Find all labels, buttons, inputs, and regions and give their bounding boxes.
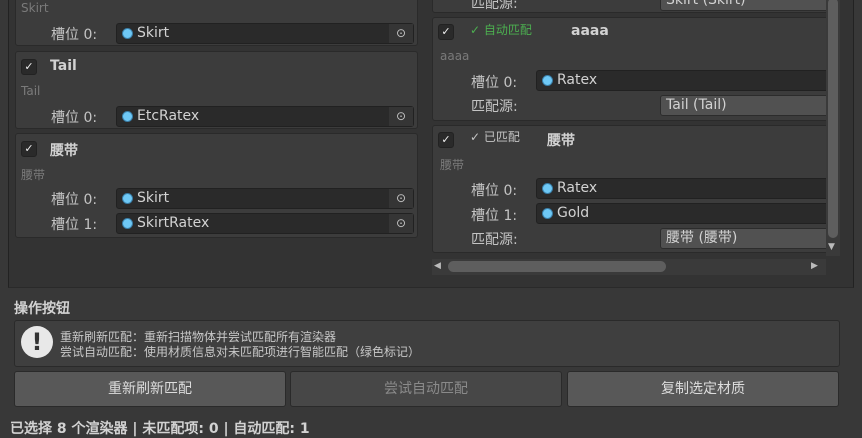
card-subtitle: Skirt	[21, 1, 49, 15]
enable-checkbox[interactable]: ✓	[21, 141, 37, 157]
slot-label: 槽位 0:	[471, 75, 518, 91]
info-warning-icon: !	[21, 326, 53, 358]
material-icon	[542, 183, 553, 194]
matched-badge: ✓ 已匹配	[470, 130, 520, 144]
source-dropdown[interactable]: 腰带 (腰带)	[660, 228, 826, 249]
source-label: 匹配源:	[471, 232, 518, 248]
renderer-card-skirt: Skirt 槽位 0: Skirt ⊙	[15, 0, 418, 46]
slot-label: 槽位 0:	[471, 183, 518, 199]
card-title: 腰带	[50, 143, 78, 159]
slot-label: 槽位 1:	[471, 208, 518, 224]
material-icon	[122, 218, 133, 229]
material-field[interactable]: Gold	[536, 203, 826, 224]
source-label: 匹配源:	[471, 99, 518, 115]
source-label: 匹配源:	[471, 0, 518, 12]
slot-label: 槽位 1:	[51, 217, 98, 233]
scroll-down-arrow-icon[interactable]: ▼	[828, 242, 835, 252]
renderer-card-belt-right: ✓ ✓ 已匹配 腰带 腰带 槽位 0: Ratex 槽位 1: Gold 匹配源…	[432, 125, 826, 253]
enable-checkbox[interactable]: ✓	[438, 24, 454, 40]
object-picker-icon[interactable]: ⊙	[389, 24, 413, 43]
material-icon	[542, 208, 553, 219]
vertical-scrollbar[interactable]: ▼	[826, 0, 840, 256]
material-name: SkirtRatex	[137, 215, 210, 231]
material-field[interactable]: SkirtRatex ⊙	[116, 213, 414, 234]
material-field[interactable]: Ratex	[536, 178, 826, 199]
material-icon	[122, 193, 133, 204]
help-box: ! 重新刷新匹配：重新扫描物体并尝试匹配所有渲染器 尝试自动匹配：使用材质信息对…	[14, 320, 840, 367]
card-subtitle: 腰带	[21, 168, 46, 182]
material-field[interactable]: Skirt ⊙	[116, 23, 414, 44]
auto-match-badge: ✓ 自动匹配	[470, 23, 532, 37]
renderer-card-top: 匹配源: Skirt (Skirt)	[432, 0, 826, 13]
material-name: Ratex	[557, 180, 598, 196]
card-subtitle: 腰带	[440, 158, 465, 172]
scroll-right-arrow-icon[interactable]: ▶	[811, 261, 818, 271]
refresh-match-button[interactable]: 重新刷新匹配	[14, 371, 286, 407]
enable-checkbox[interactable]: ✓	[438, 132, 454, 148]
renderer-card-aaaa: ✓ ✓ 自动匹配 aaaa aaaa 槽位 0: Ratex 匹配源: Tail…	[432, 17, 826, 121]
material-name: Gold	[557, 205, 590, 221]
slot-label: 槽位 0:	[51, 192, 98, 208]
card-subtitle: Tail	[21, 84, 41, 98]
horizontal-scroll-thumb[interactable]	[448, 261, 666, 272]
material-field[interactable]: Ratex	[536, 70, 826, 91]
object-picker-icon[interactable]: ⊙	[389, 107, 413, 126]
material-name: Skirt	[137, 25, 170, 41]
renderer-card-belt: ✓ 腰带 腰带 槽位 0: Skirt ⊙ 槽位 1: SkirtRatex ⊙	[15, 133, 418, 238]
material-icon	[542, 75, 553, 86]
help-line-2: 尝试自动匹配：使用材质信息对未匹配项进行智能匹配（绿色标记）	[60, 345, 421, 359]
object-picker-icon[interactable]: ⊙	[389, 189, 413, 208]
right-scroll-view[interactable]: 匹配源: Skirt (Skirt) ✓ ✓ 自动匹配 aaaa aaaa 槽位…	[432, 0, 826, 256]
material-field[interactable]: EtcRatex ⊙	[116, 106, 414, 127]
card-title: 腰带	[547, 133, 575, 149]
material-name: Ratex	[557, 72, 598, 88]
renderer-card-tail: ✓ Tail Tail 槽位 0: EtcRatex ⊙	[15, 51, 418, 129]
horizontal-scrollbar[interactable]: ◀ ▶	[432, 259, 826, 275]
card-subtitle: aaaa	[440, 49, 470, 63]
object-picker-icon[interactable]: ⊙	[389, 214, 413, 233]
enable-checkbox[interactable]: ✓	[21, 59, 37, 75]
source-dropdown[interactable]: Skirt (Skirt)	[660, 0, 826, 11]
card-title: aaaa	[571, 23, 609, 39]
material-icon	[122, 111, 133, 122]
copy-materials-button[interactable]: 复制选定材质	[567, 371, 839, 407]
auto-match-button[interactable]: 尝试自动匹配	[290, 371, 562, 407]
slot-label: 槽位 0:	[51, 110, 98, 126]
actions-heading: 操作按钮	[14, 301, 70, 317]
status-bar: 已选择 8 个渲染器 | 未匹配项: 0 | 自动匹配: 1	[10, 421, 310, 437]
material-icon	[122, 28, 133, 39]
source-dropdown[interactable]: Tail (Tail)	[660, 95, 826, 116]
material-name: EtcRatex	[137, 108, 200, 124]
card-title: Tail	[50, 58, 77, 74]
slot-label: 槽位 0:	[51, 27, 98, 43]
material-name: Skirt	[137, 190, 170, 206]
scroll-left-arrow-icon[interactable]: ◀	[434, 261, 441, 271]
material-field[interactable]: Skirt ⊙	[116, 188, 414, 209]
vertical-scroll-thumb[interactable]	[828, 0, 838, 238]
